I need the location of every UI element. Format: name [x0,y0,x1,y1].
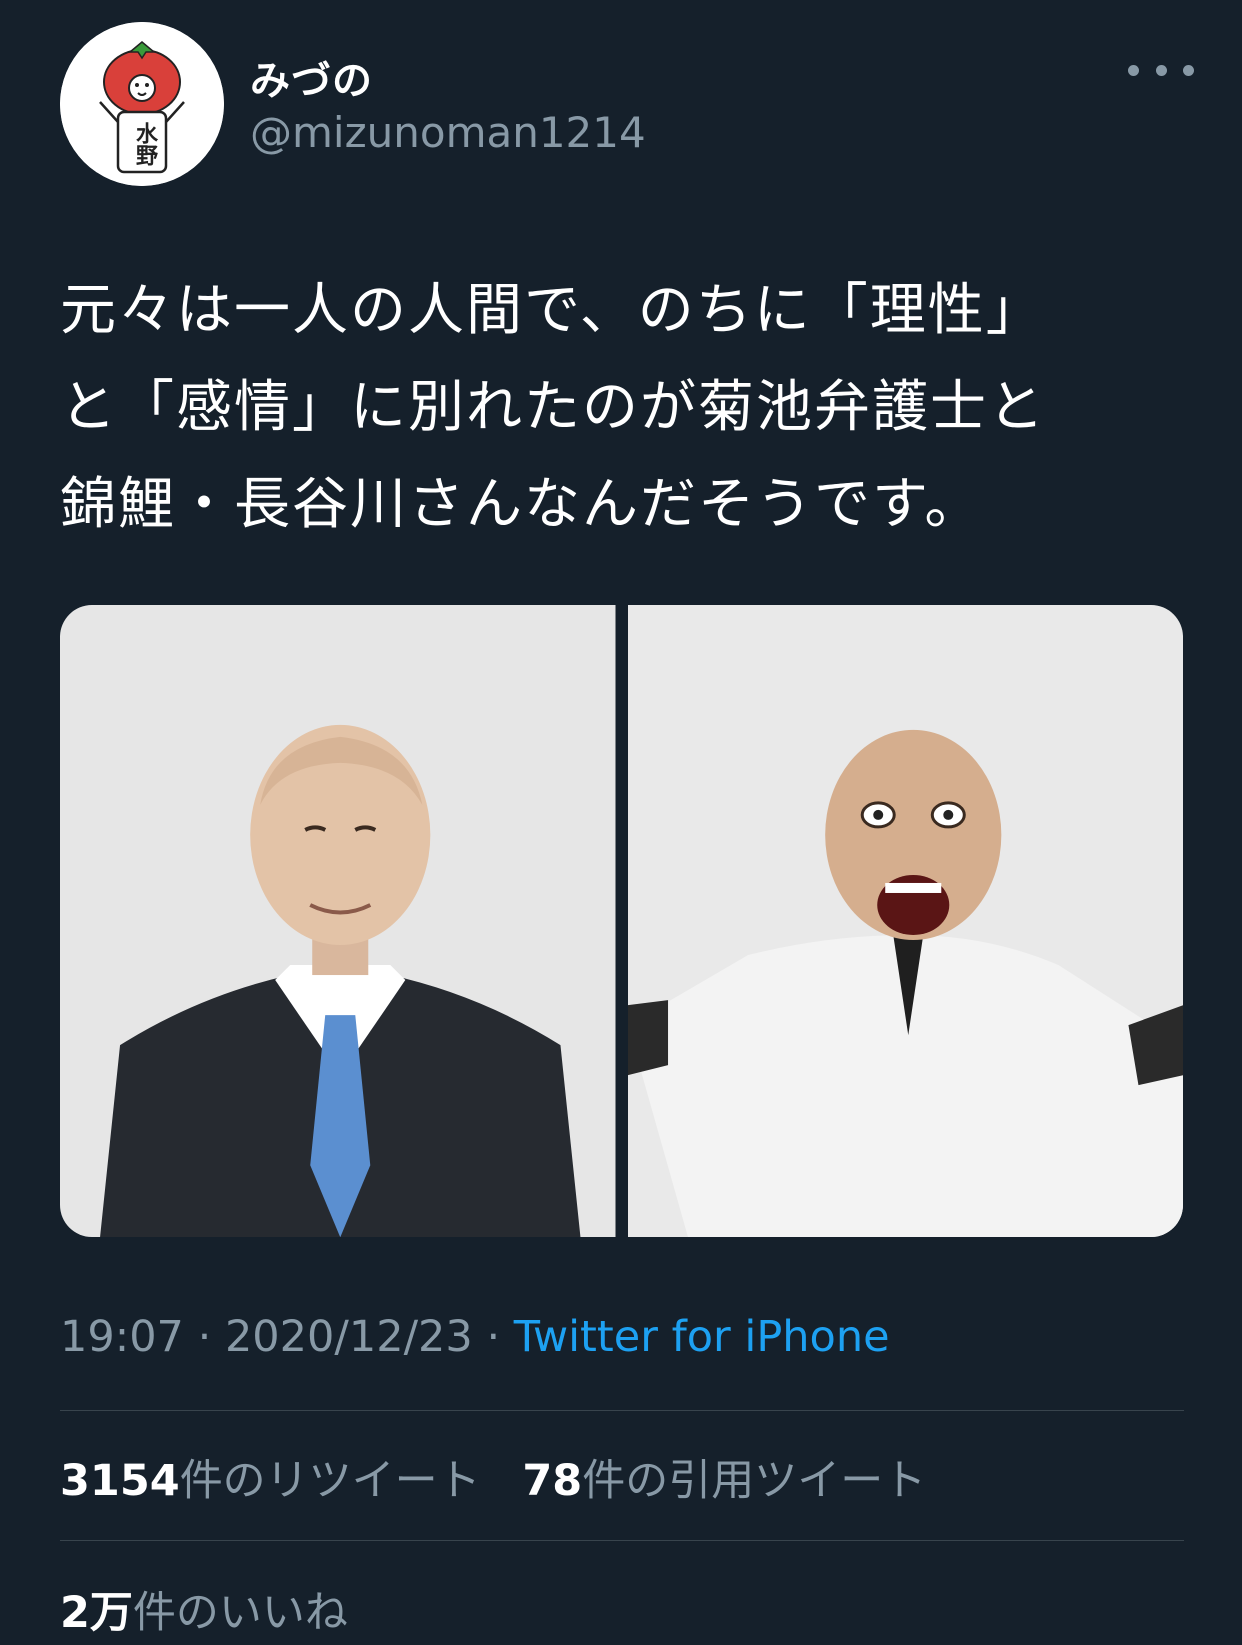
tweet-text-line: 錦鯉・長谷川さんなんだそうです。 [60,472,983,537]
retweets-count: 3154 [60,1456,180,1506]
tweet-stats: 3154件のリツイート 78件の引用ツイート [60,1446,954,1508]
retweets-label: 件のリツイート [179,1456,481,1506]
more-dot [1183,64,1194,76]
tweet-text-line: と「感情」に別れたのが菊池弁護士と [60,375,1046,440]
more-dot [1155,64,1167,76]
tweet-text: 元々は一人の人間で、のちに「理性」 と「感情」に別れたのが菊池弁護士と 錦鯉・長… [60,262,1200,553]
more-options-button[interactable] [1128,52,1194,88]
author-handle[interactable]: @mizunoman1214 [250,108,646,157]
tweet-time: 19:07 [60,1312,184,1362]
tweet-date[interactable]: 2020/12/23 [225,1312,473,1362]
tweet-text-line: 元々は一人の人間で、のちに「理性」 [60,278,1044,343]
likes-label: 件のいいね [132,1588,348,1638]
author-display-name[interactable]: みづの [250,48,373,106]
quotes-label: 件の引用ツイート [582,1456,927,1506]
tweet-photo-1[interactable] [60,605,616,1237]
quotes-count: 78 [522,1456,583,1506]
likes-count: 2万 [60,1588,133,1638]
divider [60,1410,1184,1411]
retweets-stat[interactable]: 3154件のリツイート [60,1456,481,1506]
avatar-text: 水野 [132,122,157,166]
more-dot [1128,64,1139,76]
man-in-white-suit-shouting-photo-icon [627,605,1183,1237]
tweet-media [60,605,1183,1237]
likes-stat[interactable]: 2万件のいいね [60,1578,348,1640]
man-in-dark-suit-photo-icon [60,605,616,1237]
tweet-source-link[interactable]: Twitter for iPhone [514,1312,890,1362]
divider [60,1540,1184,1541]
quote-tweets-stat[interactable]: 78件の引用ツイート [522,1456,926,1506]
author-avatar[interactable]: 水野 [60,22,224,186]
meta-separator: · [183,1312,225,1362]
tweet-metadata: 19:07 · 2020/12/23 · Twitter for iPhone [60,1312,890,1362]
tweet-photo-2[interactable] [627,605,1183,1237]
meta-separator: · [472,1312,514,1362]
